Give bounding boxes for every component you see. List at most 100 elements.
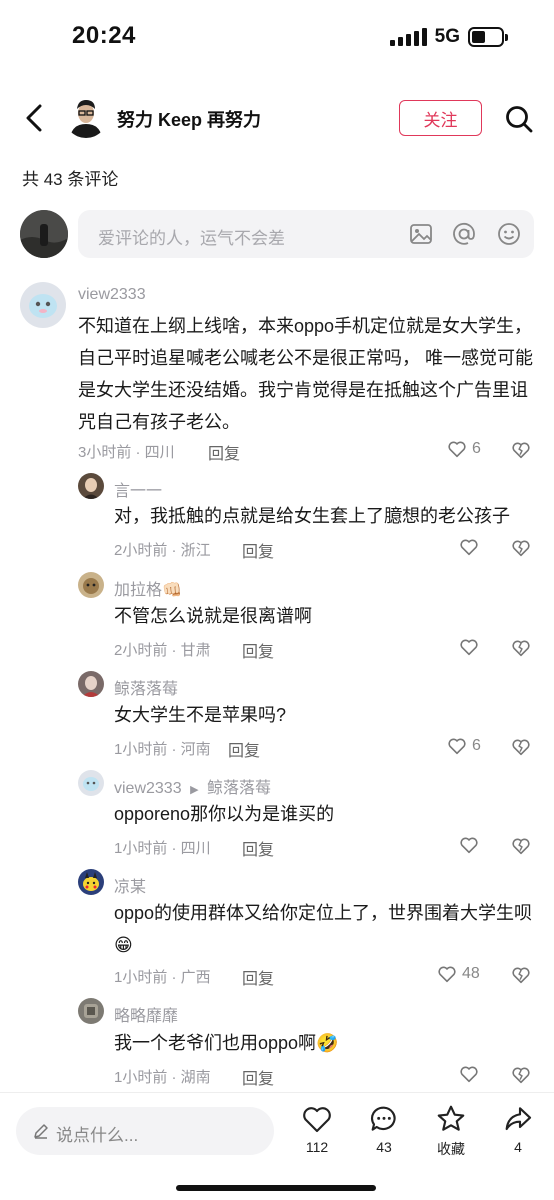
comment-meta: 1小时前 · 广西 — [114, 969, 211, 986]
broken-heart-icon[interactable] — [510, 835, 532, 857]
heart-icon — [438, 966, 456, 983]
commenter-name[interactable]: view2333 — [78, 286, 146, 304]
reply-button[interactable]: 回复 — [242, 638, 274, 662]
reply-button[interactable]: 回复 — [242, 965, 274, 989]
share-button[interactable]: 4 — [488, 1103, 548, 1155]
like-count: 48 — [462, 965, 480, 982]
broken-heart-icon[interactable] — [510, 439, 532, 461]
reply-item: 加拉格👊🏻 不管怎么说就是很离谱啊 2小时前 · 甘肃 回复 — [0, 572, 554, 662]
commenter-name[interactable]: 凉某 — [114, 873, 146, 897]
home-indicator — [176, 1185, 376, 1191]
heart-icon — [448, 738, 466, 755]
like-button[interactable] — [458, 536, 484, 558]
comment-text: oppo的使用群体又给你定位上了，世界围着大学生呗😁 — [114, 903, 533, 955]
comment-text: 不管怎么说就是很离谱啊 — [114, 606, 312, 626]
like-button[interactable]: 6 — [446, 735, 481, 757]
reply-button[interactable]: 回复 — [228, 737, 260, 761]
comment-text: 我一个老爷们也用oppo啊🤣 — [114, 1033, 339, 1053]
comment-text: 不知道在上纲上线啥，本来oppo手机定位就是女大学生，自己平时追星喊老公喊老公不… — [78, 316, 533, 432]
commenter-name[interactable]: view2333 ▶ 鲸落落莓 — [114, 774, 271, 798]
comment-bubble-icon — [371, 1106, 396, 1131]
favorite-button[interactable]: 收藏 — [421, 1103, 481, 1159]
like-count: 6 — [472, 440, 481, 457]
like-button[interactable]: 48 — [436, 963, 480, 985]
like-button[interactable] — [458, 1063, 484, 1085]
author-name[interactable]: 努力 Keep 再努力 — [117, 106, 261, 132]
reply-item: 略略靡靡 我一个老爷们也用oppo啊🤣 1小时前 · 湖南 回复 — [0, 998, 554, 1090]
reply-item: 凉某 oppo的使用群体又给你定位上了，世界围着大学生呗😁 1小时前 · 广西 … — [0, 869, 554, 989]
reply-button[interactable]: 回复 — [242, 836, 274, 860]
commenter-avatar[interactable] — [20, 282, 66, 328]
comment-meta: 1小时前 · 湖南 — [114, 1069, 211, 1086]
comment-text: 女大学生不是苹果吗? — [114, 705, 287, 725]
like-button[interactable] — [458, 636, 484, 658]
comment-post-button[interactable]: 43 — [354, 1103, 414, 1155]
reply-item: 鲸落落莓 女大学生不是苹果吗? 1小时前 · 河南 回复 6 — [0, 671, 554, 761]
image-icon[interactable] — [408, 221, 434, 247]
commenter-avatar[interactable] — [78, 869, 104, 895]
broken-heart-icon[interactable] — [510, 637, 532, 659]
reply-button[interactable]: 回复 — [208, 440, 240, 464]
mention-icon[interactable] — [451, 221, 477, 247]
reply-to-name[interactable]: 鲸落落莓 — [207, 780, 271, 797]
battery-icon — [468, 27, 508, 47]
status-indicators: 5G — [389, 26, 508, 48]
comment-input-placeholder: 爱评论的人，运气不会差 — [98, 229, 285, 248]
search-icon[interactable] — [504, 104, 534, 134]
comment-item: view2333 不知道在上纲上线啥，本来oppo手机定位就是女大学生，自己平时… — [0, 282, 554, 464]
like-button[interactable] — [458, 834, 484, 856]
share-count: 4 — [514, 1139, 522, 1155]
heart-icon — [460, 1066, 478, 1083]
pencil-icon — [34, 1124, 48, 1139]
reply-button[interactable]: 回复 — [242, 1065, 274, 1089]
bottom-action-bar: 说点什么... 112 43 收藏 4 — [0, 1092, 554, 1200]
reply-arrow-icon: ▶ — [190, 784, 199, 796]
like-count: 6 — [472, 737, 481, 754]
comment-meta: 3小时前 · 四川 — [78, 444, 175, 461]
commenter-name[interactable]: 加拉格👊🏻 — [114, 576, 182, 600]
post-comment-count: 43 — [376, 1139, 392, 1155]
commenter-name[interactable]: 鲸落落莓 — [114, 675, 178, 699]
commenter-name[interactable]: 言一一 — [114, 477, 162, 501]
favorite-label: 收藏 — [437, 1141, 465, 1157]
commenter-avatar[interactable] — [78, 671, 104, 697]
heart-icon — [460, 539, 478, 556]
heart-icon — [460, 837, 478, 854]
reply-item: view2333 ▶ 鲸落落莓 opporeno那你以为是谁买的 1小时前 · … — [0, 770, 554, 860]
commenter-name-text: view2333 — [114, 780, 182, 797]
commenter-avatar[interactable] — [78, 572, 104, 598]
comment-count: 共 43 条评论 — [22, 170, 119, 189]
emoji-icon[interactable] — [496, 221, 522, 247]
commenter-avatar[interactable] — [78, 998, 104, 1024]
broken-heart-icon[interactable] — [510, 736, 532, 758]
comment-meta: 1小时前 · 四川 — [114, 840, 211, 857]
comment-input-row: 爱评论的人，运气不会差 — [0, 208, 554, 260]
star-icon — [437, 1105, 465, 1131]
broken-heart-icon[interactable] — [510, 1064, 532, 1086]
author-avatar[interactable] — [64, 94, 108, 138]
say-something-placeholder: 说点什么... — [56, 1126, 139, 1145]
follow-button[interactable]: 关注 — [399, 100, 482, 136]
broken-heart-icon[interactable] — [510, 537, 532, 559]
comment-text: 对，我抵触的点就是给女生套上了臆想的老公孩子 — [114, 506, 510, 526]
like-button[interactable]: 6 — [446, 438, 481, 460]
back-arrow-icon[interactable] — [20, 100, 50, 136]
post-like-count: 112 — [305, 1139, 329, 1155]
comment-text: opporeno那你以为是谁买的 — [114, 804, 335, 824]
comment-input[interactable]: 爱评论的人，运气不会差 — [78, 210, 534, 258]
say-something-input[interactable]: 说点什么... — [16, 1107, 274, 1155]
broken-heart-icon[interactable] — [510, 964, 532, 986]
reply-button[interactable]: 回复 — [242, 538, 274, 562]
commenter-avatar[interactable] — [78, 473, 104, 499]
like-post-button[interactable]: 112 — [287, 1103, 347, 1155]
signal-icon — [389, 28, 427, 46]
nav-bar: 努力 Keep 再努力 关注 — [0, 90, 554, 148]
heart-icon — [303, 1107, 331, 1133]
commenter-avatar[interactable] — [78, 770, 104, 796]
share-arrow-icon — [505, 1107, 532, 1131]
network-label: 5G — [434, 26, 460, 47]
heart-icon — [460, 639, 478, 656]
comment-meta: 2小时前 · 浙江 — [114, 542, 211, 559]
commenter-name[interactable]: 略略靡靡 — [114, 1002, 178, 1026]
status-bar: 20:24 5G — [0, 0, 554, 76]
